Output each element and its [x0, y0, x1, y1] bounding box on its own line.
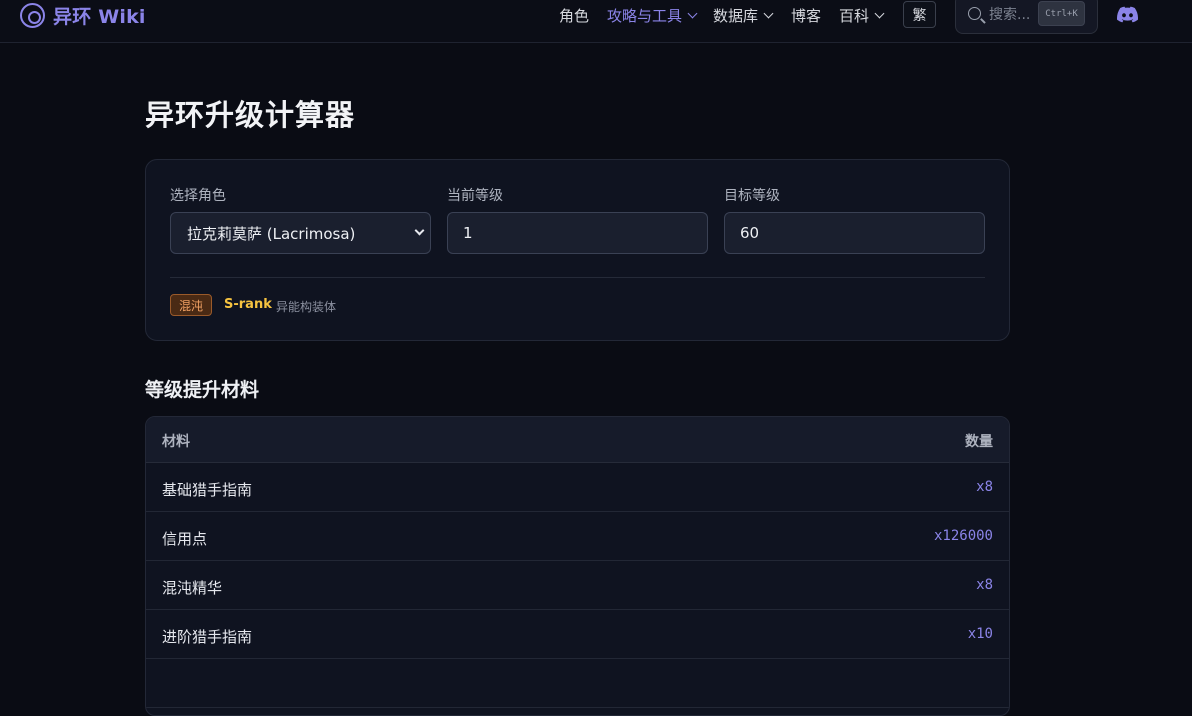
top-nav: 异环 Wiki 角色 攻略与工具 数据库 博客 百科 繁 搜索... Ctrl+…: [0, 0, 1192, 43]
character-select-label: 选择角色: [170, 188, 226, 204]
nav-item-blog[interactable]: 博客: [791, 4, 821, 26]
chevron-down-icon: [874, 8, 885, 18]
character-select[interactable]: 拉克莉莫萨 (Lacrimosa): [170, 212, 431, 254]
page-title: 异环升级计算器: [145, 98, 356, 132]
discord-icon[interactable]: [1117, 6, 1138, 23]
column-header-quantity: 数量: [965, 434, 993, 450]
current-level-value: 1: [463, 224, 473, 242]
current-level-input[interactable]: 1: [447, 212, 708, 254]
nav-item-label: 数据库: [713, 6, 759, 25]
rank-label: S-rank: [224, 297, 272, 312]
chevron-down-icon: [414, 225, 425, 236]
column-header-material: 材料: [162, 434, 190, 450]
material-quantity: x8: [976, 577, 993, 593]
character-type-label: 异能构装体: [276, 300, 337, 314]
nav-item-guides-tools[interactable]: 攻略与工具: [607, 4, 698, 26]
element-badge: 混沌: [170, 294, 212, 316]
search-input[interactable]: 搜索... Ctrl+K: [955, 0, 1098, 34]
material-name: 混沌精华: [162, 579, 223, 597]
table-row: [146, 659, 1009, 708]
language-toggle-button[interactable]: 繁: [903, 1, 936, 28]
target-level-label: 目标等级: [724, 188, 780, 204]
target-level-value: 60: [740, 224, 760, 242]
nav-item-label: 角色: [559, 6, 590, 25]
table-row: 基础猎手指南 x8: [146, 463, 1009, 512]
calculator-card: 选择角色 拉克莉莫萨 (Lacrimosa) 当前等级 1 目标等级 60 混沌…: [145, 159, 1010, 341]
table-header: 材料 数量: [146, 417, 1009, 463]
material-quantity: x126000: [933, 528, 993, 544]
material-name: 进阶猎手指南: [162, 628, 253, 646]
materials-section-title: 等级提升材料: [145, 379, 260, 401]
table-row: 信用点 x126000: [146, 512, 1009, 561]
nav-item-label: 百科: [839, 6, 870, 25]
material-quantity: x8: [976, 479, 993, 495]
search-icon: [968, 6, 981, 20]
nav-item-label: 博客: [791, 6, 822, 25]
table-row: 进阶猎手指南 x10: [146, 610, 1009, 659]
table-row: 混沌精华 x8: [146, 561, 1009, 610]
site-logo[interactable]: 异环 Wiki: [20, 2, 146, 28]
divider: [170, 277, 985, 278]
target-level-input[interactable]: 60: [724, 212, 985, 254]
nav-item-database[interactable]: 数据库: [713, 4, 774, 26]
material-quantity: x10: [967, 626, 993, 642]
material-name: 信用点: [162, 530, 208, 548]
nav-item-characters[interactable]: 角色: [559, 4, 589, 26]
materials-table: 材料 数量 基础猎手指南 x8 信用点 x126000 混沌精华 x8 进阶猎手…: [145, 416, 1010, 716]
character-select-value: 拉克莉莫萨 (Lacrimosa): [187, 224, 356, 243]
logo-icon: [20, 2, 45, 28]
search-shortcut-hint: Ctrl+K: [1038, 1, 1085, 26]
nav-item-wiki[interactable]: 百科: [839, 4, 885, 26]
chevron-down-icon: [763, 8, 774, 18]
nav-item-label: 攻略与工具: [607, 6, 683, 25]
material-name: 基础猎手指南: [162, 481, 253, 499]
chevron-down-icon: [687, 8, 698, 18]
search-placeholder: 搜索...: [989, 7, 1031, 23]
current-level-label: 当前等级: [447, 188, 503, 204]
site-name: 异环 Wiki: [53, 5, 146, 28]
